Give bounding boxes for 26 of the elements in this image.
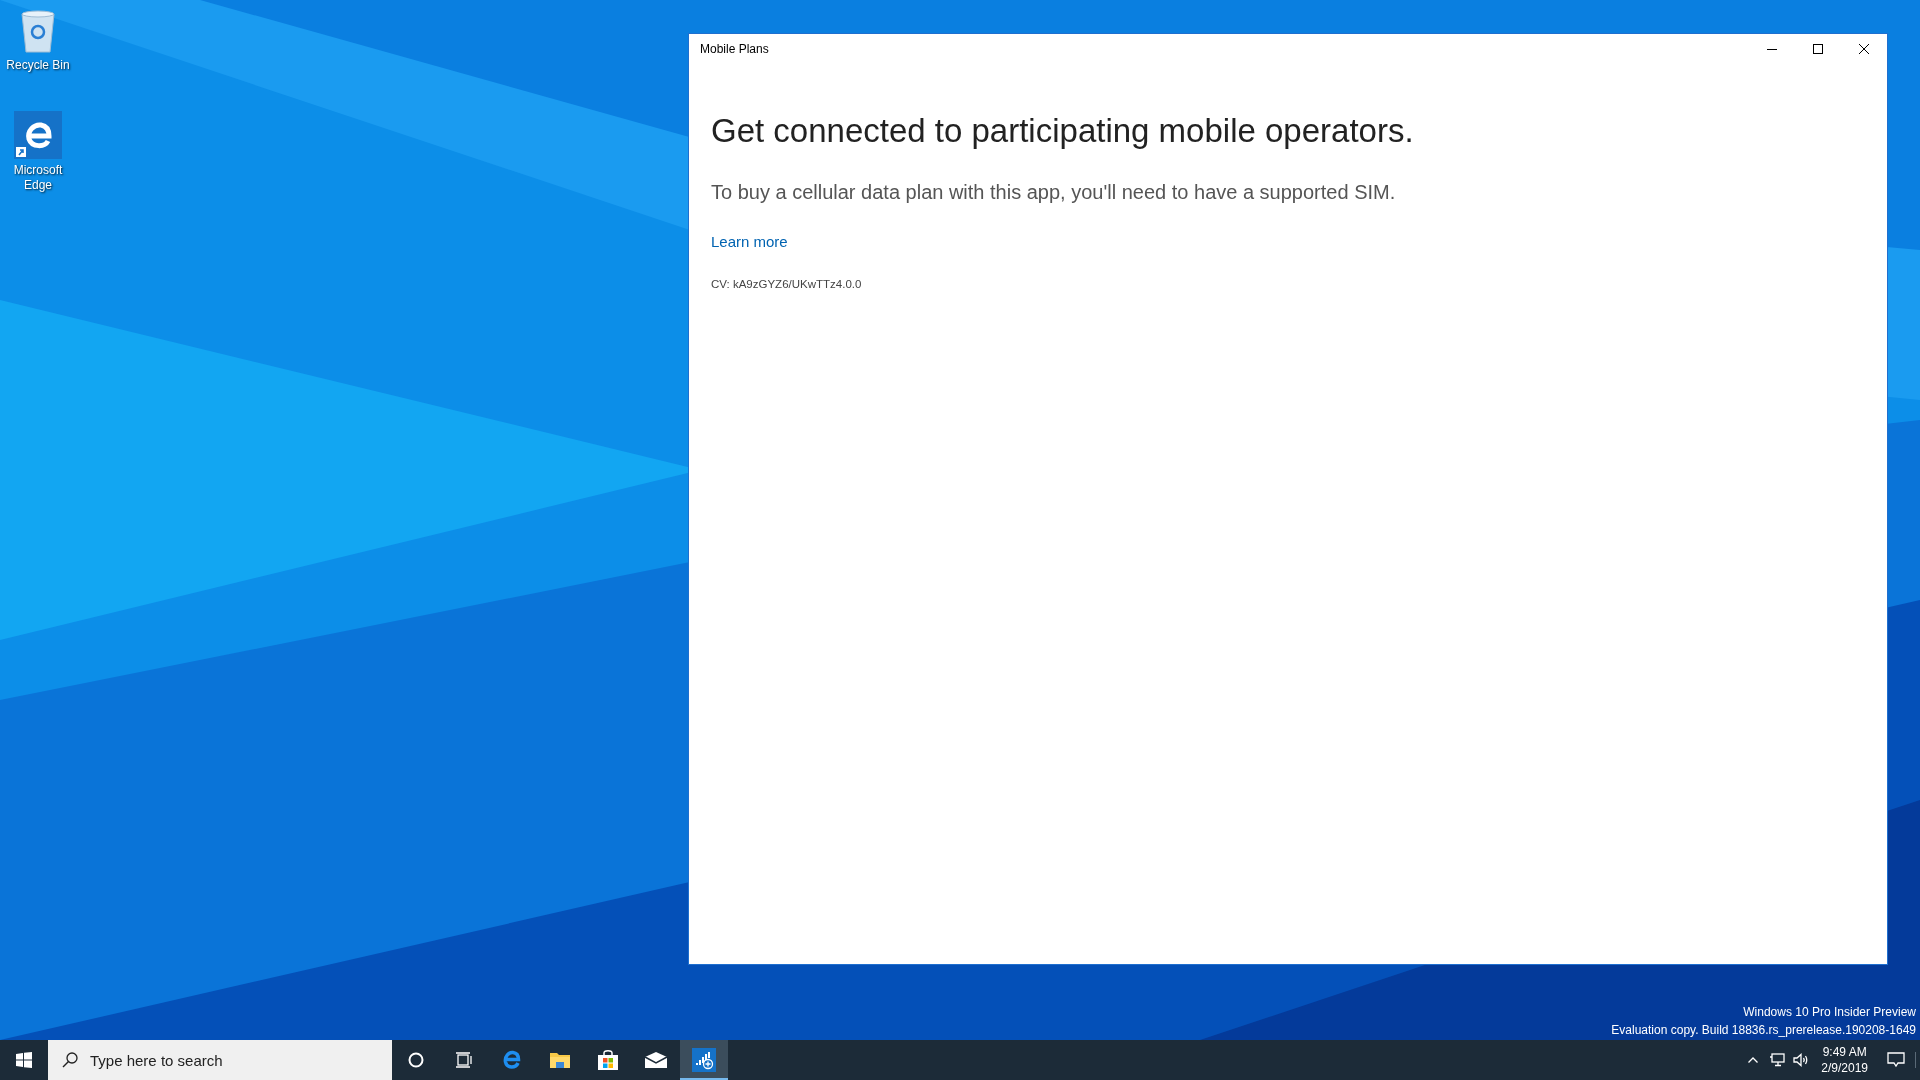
os-notice-text: Evaluation copy. Build 18836.rs_prerelease.190208-1649 <box>1611 1022 1916 1039</box>
version-text: CV: kA9zGYZ6/UKwTTz4.0.0 <box>711 278 862 290</box>
clock[interactable]: 9:49 AM 2/9/2019 <box>1813 1044 1876 1076</box>
window-title: Mobile Plans <box>700 42 770 56</box>
desktop-icon-label[interactable]: Recycle Bin <box>6 58 70 73</box>
desktop-icon-label[interactable]: Microsoft Edge <box>0 163 76 193</box>
recycle-bin-icon <box>18 8 58 54</box>
signal-plus-icon <box>692 1048 716 1072</box>
maximize-icon <box>1813 44 1823 54</box>
windows-logo-icon <box>16 1052 32 1068</box>
browser-icon <box>501 1049 523 1071</box>
mail-icon <box>644 1051 668 1069</box>
description-text: To buy a cellular data plan with this app, you'll need to have a supported SIM. <box>711 180 1396 205</box>
circle-icon <box>408 1052 424 1068</box>
taskbar-app-button[interactable] <box>680 1040 728 1080</box>
search-field[interactable]: Type here to search <box>48 1040 392 1080</box>
learn-more-link[interactable]: Learn more <box>711 233 788 250</box>
task-view-icon <box>455 1052 473 1068</box>
os-notice-text: Windows 10 Pro Insider Preview <box>1743 1004 1916 1021</box>
search-icon <box>62 1052 78 1068</box>
folder-icon <box>549 1050 571 1070</box>
close-icon <box>1859 44 1869 54</box>
page-heading: Get connected to participating mobile operators. <box>711 111 1414 151</box>
chevron-up-icon <box>1748 1057 1759 1063</box>
store-bag-icon <box>597 1049 619 1071</box>
browser-shortcut-icon <box>14 111 62 159</box>
